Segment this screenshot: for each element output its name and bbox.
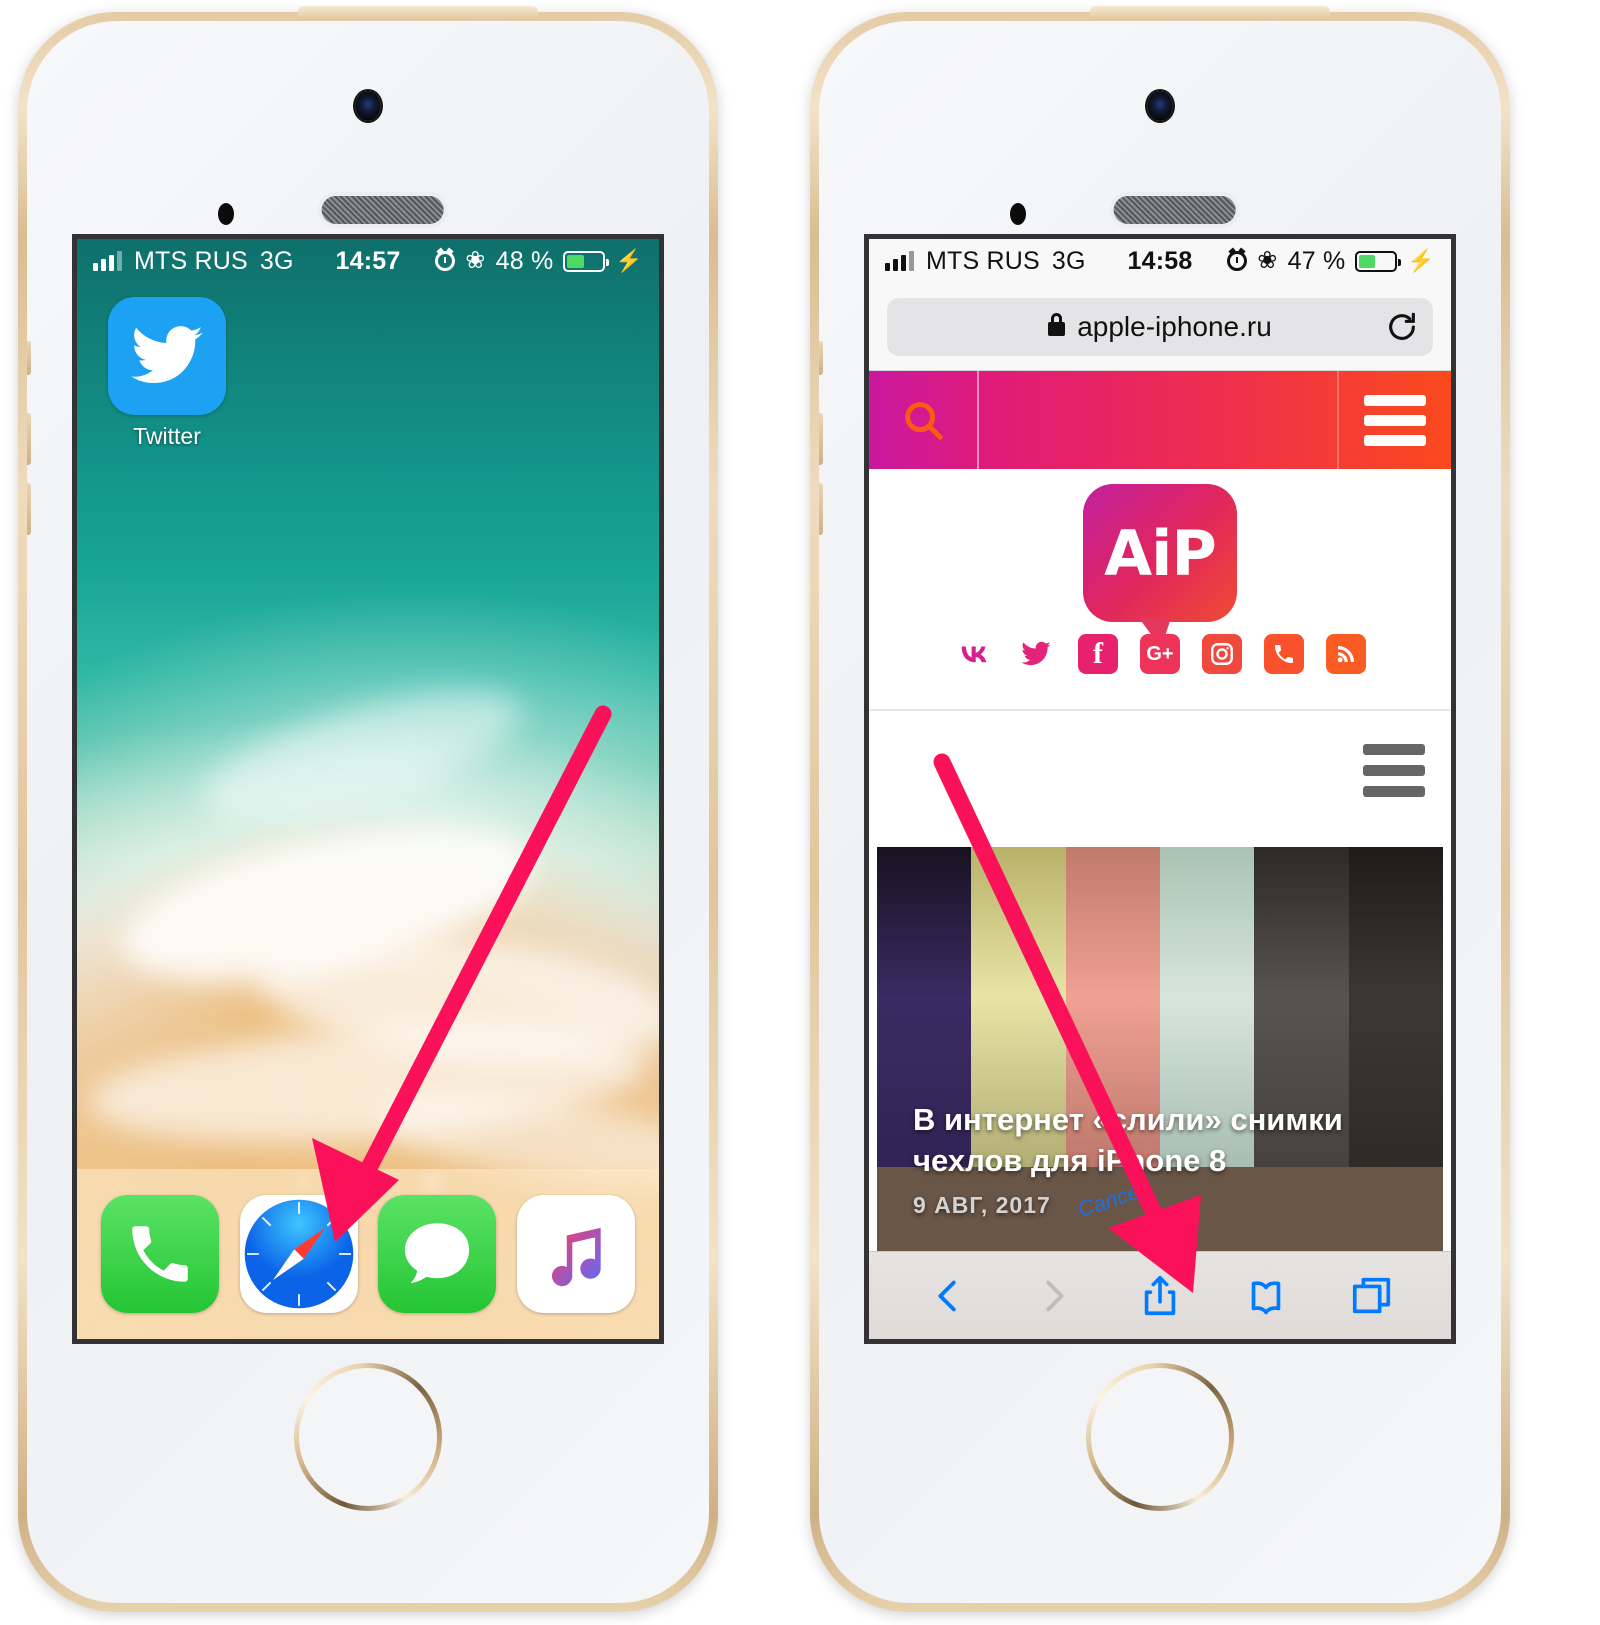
carrier-label: MTS RUS <box>134 246 248 275</box>
status-bar: MTS RUS 3G 14:58 ❀ 47 % ⚡ <box>869 239 1451 283</box>
screenshot-stage: MTS RUS 3G 14:57 ❀ 48 % ⚡ Twitter MTS RU… <box>0 0 1600 1625</box>
section-hamburger-menu-icon[interactable] <box>1363 744 1425 797</box>
lightning-bolt-icon: ⚡ <box>615 248 643 273</box>
safari-toolbar <box>869 1251 1451 1339</box>
power-button[interactable] <box>298 6 538 20</box>
facebook-icon[interactable]: f <box>1078 634 1118 674</box>
lightning-bolt-icon: ⚡ <box>1407 248 1435 273</box>
site-logo[interactable]: AiP <box>869 484 1451 648</box>
vk-icon[interactable] <box>954 634 994 674</box>
two-squares-icon[interactable] <box>1349 1273 1395 1319</box>
home-screen-dock <box>77 1169 659 1339</box>
share-up-arrow-icon[interactable] <box>1137 1273 1183 1319</box>
inline-cancel-text: Cancel <box>1074 1177 1148 1222</box>
battery-icon <box>1355 250 1402 272</box>
home-button[interactable] <box>1086 1363 1234 1511</box>
volume-down-button[interactable] <box>27 483 31 535</box>
alarm-clock-icon <box>435 251 456 271</box>
article-card[interactable]: Cancel В интернет «слили» снимки чехлов … <box>877 847 1443 1277</box>
open-book-icon[interactable] <box>1243 1273 1289 1319</box>
padlock-icon <box>1048 312 1066 336</box>
phone-screen-home[interactable]: MTS RUS 3G 14:57 ❀ 48 % ⚡ Twitter <box>72 234 664 1344</box>
alarm-clock-icon <box>1227 251 1248 271</box>
rss-icon[interactable] <box>1326 634 1366 674</box>
hamburger-menu-icon[interactable] <box>1337 371 1451 469</box>
network-type-label: 3G <box>259 246 294 275</box>
network-type-label: 3G <box>1051 246 1086 275</box>
article-title: В интернет «слили» снимки чехлов для iPh… <box>913 1102 1343 1178</box>
device-front-glass: MTS RUS 3G 14:57 ❀ 48 % ⚡ Twitter <box>27 21 709 1603</box>
chevron-left-icon[interactable] <box>925 1273 971 1319</box>
iphone-device-safari: MTS RUS 3G 14:58 ❀ 47 % ⚡ apple-iphone.r… <box>810 6 1510 1612</box>
messages-bubble-icon[interactable] <box>378 1195 497 1313</box>
signal-strength-icon <box>885 251 914 271</box>
phone-screen-safari[interactable]: MTS RUS 3G 14:58 ❀ 47 % ⚡ apple-iphone.r… <box>864 234 1456 1344</box>
volume-up-button[interactable] <box>27 413 31 465</box>
device-front-glass: MTS RUS 3G 14:58 ❀ 47 % ⚡ apple-iphone.r… <box>819 21 1501 1603</box>
home-screen-app-grid: Twitter <box>77 297 659 450</box>
carrier-label: MTS RUS <box>926 246 1040 275</box>
twitter-icon[interactable] <box>108 297 226 415</box>
search-icon[interactable] <box>869 371 979 469</box>
url-input[interactable]: apple-iphone.ru <box>887 297 1433 356</box>
site-logo-text: AiP <box>1104 516 1217 590</box>
url-text: apple-iphone.ru <box>1077 310 1272 342</box>
twitter-icon[interactable] <box>1016 634 1056 674</box>
app-icon-twitter[interactable]: Twitter <box>103 297 231 450</box>
section-divider <box>869 709 1451 711</box>
volume-up-button[interactable] <box>819 413 823 465</box>
home-button[interactable] <box>294 1363 442 1511</box>
battery-icon <box>563 250 610 272</box>
battery-percent-label: 48 % <box>495 246 554 275</box>
app-label-twitter: Twitter <box>133 423 201 449</box>
article-date: 9 АВГ, 2017 <box>913 1192 1051 1218</box>
safari-browser: MTS RUS 3G 14:58 ❀ 47 % ⚡ apple-iphone.r… <box>869 239 1451 1339</box>
safari-compass-icon[interactable] <box>239 1195 358 1313</box>
reload-icon[interactable] <box>1385 310 1419 344</box>
chevron-right-icon <box>1046 1280 1064 1311</box>
social-links-row: f G+ <box>869 634 1451 674</box>
battery-percent-label: 47 % <box>1287 246 1346 275</box>
front-camera-icon <box>1147 91 1173 121</box>
google-plus-icon[interactable]: G+ <box>1140 634 1180 674</box>
earpiece-speaker <box>321 196 444 224</box>
microphone-icon <box>218 203 234 225</box>
volume-down-button[interactable] <box>819 483 823 535</box>
music-note-icon[interactable] <box>516 1195 635 1313</box>
power-button[interactable] <box>1090 6 1330 20</box>
microphone-icon <box>1010 203 1026 225</box>
phone-handset-icon[interactable] <box>101 1195 220 1313</box>
instagram-icon[interactable] <box>1202 634 1242 674</box>
ring-silent-switch[interactable] <box>819 341 823 375</box>
iphone-device-home-screen: MTS RUS 3G 14:57 ❀ 48 % ⚡ Twitter <box>18 6 718 1612</box>
earpiece-speaker <box>1113 196 1236 224</box>
ring-silent-switch[interactable] <box>27 341 31 375</box>
signal-strength-icon <box>93 251 122 271</box>
phone-icon[interactable] <box>1264 634 1304 674</box>
front-camera-icon <box>355 91 381 121</box>
bluetooth-icon: ❀ <box>1257 247 1278 274</box>
safari-address-bar: apple-iphone.ru <box>869 283 1451 371</box>
status-bar: MTS RUS 3G 14:57 ❀ 48 % ⚡ <box>77 239 659 283</box>
site-navigation-bar <box>869 371 1451 469</box>
bluetooth-icon: ❀ <box>465 247 486 274</box>
